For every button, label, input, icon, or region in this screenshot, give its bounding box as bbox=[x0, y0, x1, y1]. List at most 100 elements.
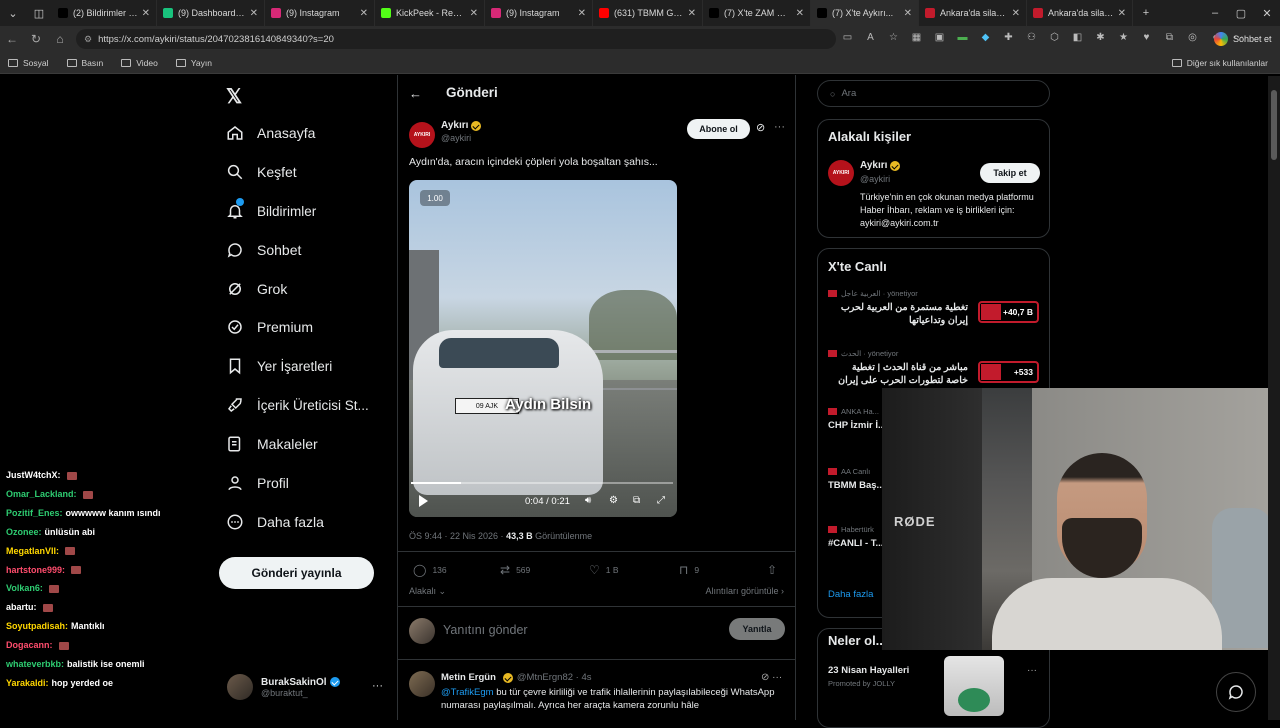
tab-close-icon[interactable]: ✕ bbox=[578, 8, 586, 19]
like-action[interactable]: ♡ 1 B bbox=[589, 563, 619, 577]
volume-icon[interactable]: 🔊︎ bbox=[585, 495, 591, 506]
nav-item[interactable]: Grok bbox=[226, 280, 287, 298]
share-action[interactable]: ⇧ bbox=[767, 563, 783, 577]
video-player[interactable]: 09 AJK 1.00 Aydın Bilsin 0:04 / 0:21 🔊︎ … bbox=[409, 180, 677, 517]
extension-icon[interactable]: ▣ bbox=[932, 32, 947, 46]
collections-icon[interactable]: ⧉ bbox=[1162, 32, 1177, 46]
bookmark-folder[interactable]: Video bbox=[121, 58, 158, 68]
author-handle[interactable]: @aykiri bbox=[441, 133, 471, 143]
split-screen-icon[interactable]: ▭ bbox=[840, 32, 855, 46]
sidebar-icon[interactable]: ◧ bbox=[1070, 32, 1085, 46]
video-progress-bar[interactable] bbox=[411, 482, 673, 484]
picture-in-picture-icon[interactable]: ⧉ bbox=[633, 495, 640, 506]
related-avatar[interactable]: AYKIRI bbox=[828, 160, 854, 186]
extensions-icon[interactable]: ✱ bbox=[1093, 32, 1108, 46]
extension-icon[interactable]: ◆ bbox=[978, 32, 993, 46]
browser-tab[interactable]: Ankara'da silahlı öğ... ✕ bbox=[919, 0, 1027, 26]
extension-icon[interactable]: ⚇ bbox=[1024, 32, 1039, 46]
copilot-chat-button[interactable]: Sohbet et bbox=[1214, 30, 1272, 48]
bookmark-folder[interactable]: Basın bbox=[66, 58, 103, 68]
browser-tab[interactable]: KickPeek - Real-tim... ✕ bbox=[375, 0, 485, 26]
comment-mention[interactable]: @TrafikEgm bbox=[441, 687, 494, 698]
show-more-link[interactable]: Daha fazla bbox=[828, 589, 873, 600]
related-name-row[interactable]: Aykırı bbox=[860, 160, 901, 171]
new-tab-icon[interactable]: + bbox=[1133, 7, 1159, 19]
back-icon[interactable]: ← bbox=[0, 32, 24, 46]
minimize-icon[interactable]: – bbox=[1202, 7, 1228, 19]
reply-button[interactable]: Yanıtla bbox=[729, 618, 785, 640]
comment-author[interactable]: Metin Ergün bbox=[441, 672, 496, 683]
avatar[interactable] bbox=[409, 671, 435, 697]
view-quotes-link[interactable]: Alıntıları görüntüle › bbox=[705, 586, 784, 596]
x-logo[interactable]: 𝕏 bbox=[226, 84, 242, 109]
nav-item[interactable]: Sohbet bbox=[226, 241, 301, 259]
settings-icon[interactable]: ⚙ bbox=[609, 495, 618, 506]
browser-tab[interactable]: (9) Instagram ✕ bbox=[485, 0, 593, 26]
reply-action[interactable]: ◯ 136 bbox=[413, 563, 447, 577]
extension-icon[interactable]: ⬡ bbox=[1047, 32, 1062, 46]
live-viewer-badge[interactable]: +533 bbox=[978, 361, 1039, 383]
browser-tab[interactable]: (7) X'te ZAM Haber... ✕ bbox=[703, 0, 811, 26]
browser-tab[interactable]: (9) Dashboard / Str... ✕ bbox=[157, 0, 265, 26]
playback-speed[interactable]: 1.00 bbox=[420, 190, 450, 206]
fullscreen-icon[interactable]: ⤢ bbox=[657, 495, 665, 506]
trend-more-icon[interactable]: ··· bbox=[1027, 665, 1037, 676]
nav-item[interactable]: Keşfet bbox=[226, 163, 297, 181]
play-icon[interactable] bbox=[419, 495, 428, 507]
nav-item[interactable]: Profil bbox=[226, 474, 289, 492]
reload-icon[interactable]: ↻ bbox=[24, 32, 48, 46]
tab-close-icon[interactable]: ✕ bbox=[904, 8, 912, 19]
performance-icon[interactable]: ♥ bbox=[1139, 32, 1154, 46]
bookmark-folder[interactable]: Yayın bbox=[175, 58, 212, 68]
extension-icon[interactable]: ▬ bbox=[955, 32, 970, 46]
other-bookmarks[interactable]: Diğer sık kullanılanlar bbox=[1171, 58, 1268, 68]
back-arrow-icon[interactable]: ← bbox=[409, 86, 422, 101]
bookmark-action[interactable]: ⊓ 9 bbox=[679, 563, 699, 577]
home-page-icon[interactable]: ⌂ bbox=[48, 32, 72, 46]
reply-input[interactable]: Yanıtını gönder bbox=[443, 623, 528, 637]
trend-item[interactable]: 23 Nisan Hayalleri Promoted by JOLLY bbox=[828, 665, 909, 688]
tab-close-icon[interactable]: ✕ bbox=[688, 8, 696, 19]
maximize-icon[interactable]: ▢ bbox=[1228, 7, 1254, 20]
more-options-icon[interactable]: ··· bbox=[372, 680, 383, 692]
page-scrollbar[interactable] bbox=[1268, 76, 1280, 720]
nav-item[interactable]: Makaleler bbox=[226, 435, 318, 453]
author-avatar[interactable]: AYKIRI bbox=[409, 122, 435, 148]
browser-tab[interactable]: (7) X'te Aykırı... ✕ bbox=[811, 0, 919, 26]
close-window-icon[interactable]: ✕ bbox=[1254, 7, 1280, 20]
sort-relevance[interactable]: Alakalı ⌄ bbox=[409, 586, 446, 596]
tab-search-icon[interactable]: ⌄ bbox=[0, 7, 26, 20]
tab-close-icon[interactable]: ✕ bbox=[142, 8, 150, 19]
extension-icon[interactable]: ▦ bbox=[909, 32, 924, 46]
tab-close-icon[interactable]: ✕ bbox=[1012, 8, 1020, 19]
bookmark-folder[interactable]: Sosyal bbox=[8, 58, 49, 68]
live-item[interactable]: العربية عاجل · yönetiyor تغطية مستمرة من … bbox=[828, 289, 1043, 327]
tab-close-icon[interactable]: ✕ bbox=[470, 8, 478, 19]
grok-icon[interactable]: ⊘ bbox=[756, 121, 765, 134]
comment-tools[interactable]: ⊘ ··· bbox=[761, 672, 782, 683]
url-field[interactable]: ⚙ https://x.com/aykiri/status/2047023816… bbox=[76, 29, 836, 49]
browser-essentials-icon[interactable]: ◎ bbox=[1185, 32, 1200, 46]
favorites-icon[interactable]: ★ bbox=[1116, 32, 1131, 46]
site-info-icon[interactable]: ⚙ bbox=[84, 34, 92, 45]
post-button[interactable]: Gönderi yayınla bbox=[219, 557, 374, 589]
nav-item[interactable]: İçerik Üreticisi St... bbox=[226, 396, 369, 414]
subscribe-button[interactable]: Abone ol bbox=[687, 119, 750, 139]
repost-action[interactable]: ⇄ 569 bbox=[500, 563, 530, 577]
nav-item[interactable]: Daha fazla bbox=[226, 513, 324, 531]
browser-tab[interactable]: (631) TBMM Genel ... ✕ bbox=[593, 0, 703, 26]
search-input[interactable]: ○ Ara bbox=[817, 80, 1050, 107]
author-name-row[interactable]: Aykırı bbox=[441, 120, 482, 131]
read-aloud-icon[interactable]: A bbox=[863, 32, 878, 46]
nav-item[interactable]: Premium bbox=[226, 318, 313, 336]
messages-fab[interactable] bbox=[1216, 672, 1256, 712]
tab-close-icon[interactable]: ✕ bbox=[1118, 8, 1126, 19]
browser-tab[interactable]: (2) Bildirimler / X ✕ bbox=[52, 0, 157, 26]
favorite-star-icon[interactable]: ☆ bbox=[886, 32, 901, 46]
browser-tab[interactable]: (9) Instagram ✕ bbox=[265, 0, 375, 26]
scrollbar-thumb[interactable] bbox=[1271, 90, 1277, 160]
tab-close-icon[interactable]: ✕ bbox=[360, 8, 368, 19]
live-viewer-badge[interactable]: +40,7 B bbox=[978, 301, 1039, 323]
account-switcher[interactable]: BurakSakinOl @buraktut_ ··· bbox=[227, 672, 387, 702]
tab-close-icon[interactable]: ✕ bbox=[796, 8, 804, 19]
